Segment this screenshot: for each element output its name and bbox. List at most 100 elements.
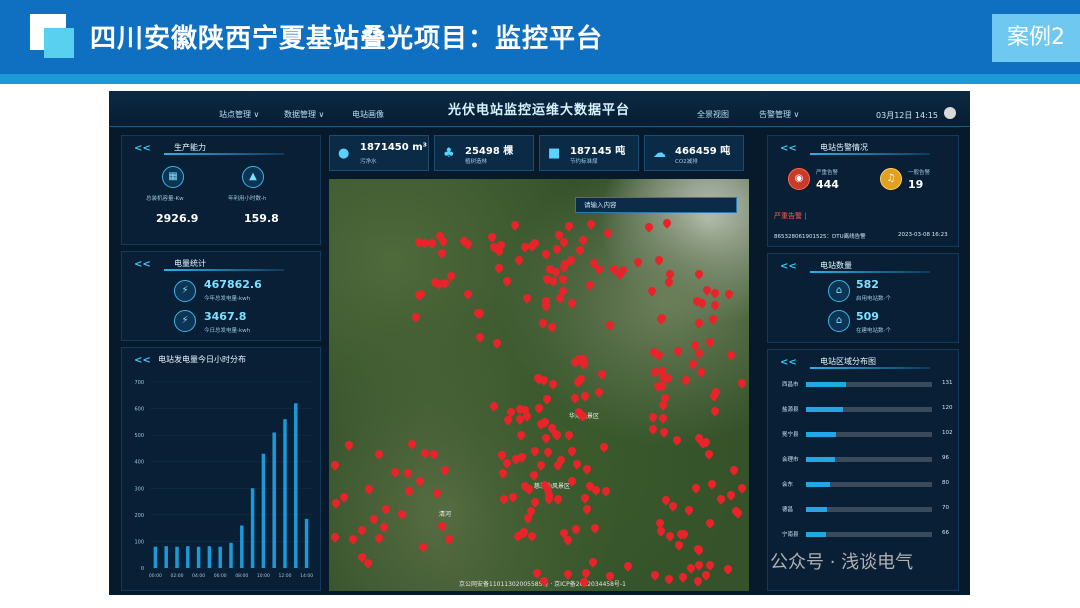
station-pin-icon[interactable] (704, 336, 716, 348)
station-pin-icon[interactable] (486, 231, 498, 243)
station-pin-icon[interactable] (632, 256, 644, 269)
station-pin-icon[interactable] (493, 262, 505, 274)
station-pin-icon[interactable] (664, 530, 676, 542)
station-pin-icon[interactable] (705, 478, 718, 491)
station-pin-icon[interactable] (661, 217, 673, 230)
station-pin-icon[interactable] (728, 463, 741, 476)
station-pin-icon[interactable] (356, 524, 368, 536)
station-pin-icon[interactable] (513, 254, 525, 267)
station-pin-icon[interactable] (496, 467, 509, 480)
station-pin-icon[interactable] (657, 412, 669, 424)
station-pin-icon[interactable] (562, 568, 574, 580)
station-pin-icon[interactable] (347, 532, 360, 545)
station-pin-icon[interactable] (410, 311, 423, 324)
station-pin-icon[interactable] (702, 448, 715, 461)
station-pin-icon[interactable] (680, 374, 693, 387)
station-pin-icon[interactable] (574, 243, 586, 256)
station-pin-icon[interactable] (529, 444, 541, 457)
station-pin-icon[interactable] (653, 253, 665, 266)
station-pin-icon[interactable] (587, 555, 599, 568)
station-pin-icon[interactable] (569, 392, 581, 404)
station-pin-icon[interactable] (585, 218, 597, 231)
station-pin-icon[interactable] (363, 483, 375, 496)
station-pin-icon[interactable] (598, 441, 610, 453)
station-pin-icon[interactable] (649, 569, 661, 582)
station-pin-icon[interactable] (329, 459, 341, 471)
station-pin-icon[interactable] (577, 234, 590, 247)
station-pin-icon[interactable] (673, 539, 685, 551)
station-pin-icon[interactable] (725, 489, 737, 501)
station-pin-icon[interactable] (581, 463, 594, 475)
station-pin-icon[interactable] (579, 390, 591, 402)
station-pin-icon[interactable] (380, 503, 392, 515)
station-pin-icon[interactable] (474, 331, 486, 344)
station-pin-icon[interactable] (343, 438, 355, 451)
station-pin-icon[interactable] (647, 423, 659, 435)
station-pin-icon[interactable] (687, 358, 699, 370)
station-pin-icon[interactable] (706, 313, 719, 325)
station-pin-icon[interactable] (514, 429, 527, 441)
station-pin-icon[interactable] (436, 247, 448, 259)
station-pin-icon[interactable] (562, 534, 575, 546)
station-pin-icon[interactable] (443, 533, 455, 545)
station-pin-icon[interactable] (579, 566, 592, 579)
map-search-input[interactable]: 请输入内容 (575, 197, 737, 213)
station-pin-icon[interactable] (736, 482, 748, 494)
station-pin-icon[interactable] (622, 560, 635, 572)
station-pin-icon[interactable] (601, 227, 614, 239)
station-pin-icon[interactable] (550, 428, 562, 441)
station-pin-icon[interactable] (378, 521, 391, 533)
station-pin-icon[interactable] (541, 392, 553, 405)
nav-alarm-management[interactable]: 告警管理 ∨ (759, 109, 799, 120)
station-pin-icon[interactable] (414, 475, 426, 488)
station-pin-icon[interactable] (403, 484, 415, 497)
satellite-map[interactable]: 请输入内容 华海风景区 清河 慈恩山风景区 京公网安备1101130200558… (329, 179, 749, 591)
station-pin-icon[interactable] (557, 273, 569, 286)
station-pin-icon[interactable] (509, 218, 522, 231)
station-pin-icon[interactable] (539, 432, 552, 445)
nav-station-profile[interactable]: 电站画像 (352, 109, 384, 120)
alarm-row-text[interactable]: 865328061901525：DTU离线告警 (774, 232, 866, 240)
station-pin-icon[interactable] (372, 448, 385, 460)
station-pin-icon[interactable] (550, 243, 563, 256)
station-pin-icon[interactable] (703, 517, 716, 530)
station-pin-icon[interactable] (663, 573, 675, 586)
station-pin-icon[interactable] (658, 426, 670, 438)
station-pin-icon[interactable] (722, 563, 735, 575)
station-pin-icon[interactable] (527, 469, 540, 481)
station-pin-icon[interactable] (604, 319, 616, 331)
station-pin-icon[interactable] (580, 503, 593, 515)
station-pin-icon[interactable] (589, 521, 602, 534)
station-pin-icon[interactable] (428, 448, 440, 460)
station-pin-icon[interactable] (663, 276, 675, 289)
station-pin-icon[interactable] (723, 288, 735, 300)
station-pin-icon[interactable] (708, 405, 721, 417)
station-pin-icon[interactable] (672, 345, 684, 357)
station-pin-icon[interactable] (654, 517, 666, 529)
station-pin-icon[interactable] (534, 459, 547, 471)
station-pin-icon[interactable] (552, 493, 565, 505)
station-pin-icon[interactable] (671, 434, 683, 446)
station-pin-icon[interactable] (566, 296, 579, 309)
station-pin-icon[interactable] (562, 219, 575, 232)
station-pin-icon[interactable] (566, 445, 578, 457)
station-pin-icon[interactable] (578, 492, 591, 504)
station-pin-icon[interactable] (600, 485, 612, 497)
station-pin-icon[interactable] (520, 292, 533, 304)
station-pin-icon[interactable] (596, 368, 608, 380)
station-pin-icon[interactable] (584, 279, 597, 291)
station-pin-icon[interactable] (431, 487, 443, 499)
station-pin-icon[interactable] (402, 467, 414, 479)
station-pin-icon[interactable] (533, 402, 545, 414)
station-pin-icon[interactable] (736, 377, 748, 389)
station-pin-icon[interactable] (683, 504, 695, 516)
station-pin-icon[interactable] (593, 386, 605, 398)
station-pin-icon[interactable] (704, 559, 716, 572)
station-pin-icon[interactable] (498, 493, 510, 505)
station-pin-icon[interactable] (570, 523, 582, 535)
station-pin-icon[interactable] (329, 531, 341, 543)
station-pin-icon[interactable] (540, 248, 552, 260)
avatar[interactable] (944, 107, 956, 119)
station-pin-icon[interactable] (642, 221, 655, 233)
station-pin-icon[interactable] (438, 464, 451, 477)
